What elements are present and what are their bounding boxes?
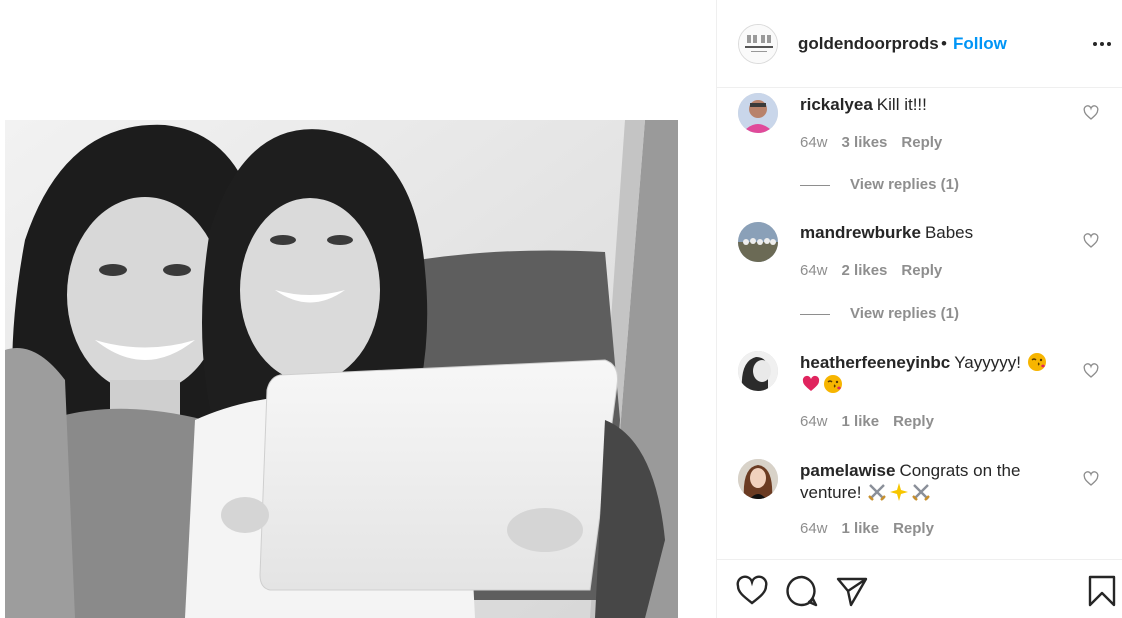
avatar-image <box>738 93 778 133</box>
comment-likes[interactable]: 1 like <box>842 520 880 537</box>
comment-item: heatherfeeneyinbc Yayyyyy! 64w 1 like Reply <box>717 347 1122 455</box>
comment-age: 64w <box>800 134 828 151</box>
comment-text: rickalyea Kill it!!! <box>800 94 1050 116</box>
comment-text: heatherfeeneyinbc Yayyyyy! <box>800 352 1050 396</box>
comments-list: rickalyea Kill it!!! 64w 3 likes Reply View… <box>717 89 1122 559</box>
comment-age: 64w <box>800 262 828 279</box>
comment-like-icon[interactable] <box>1083 363 1099 379</box>
author-avatar[interactable] <box>738 24 778 64</box>
comment-likes[interactable]: 3 likes <box>842 134 888 151</box>
post-photo-illustration <box>5 120 678 618</box>
commenter-avatar[interactable] <box>738 93 778 133</box>
comment-meta: 64w 1 like Reply <box>800 520 948 537</box>
comment-like-icon[interactable] <box>1083 105 1099 121</box>
view-replies-divider <box>800 313 830 315</box>
comment-like-icon[interactable] <box>1083 471 1099 487</box>
reply-button[interactable]: Reply <box>901 134 942 151</box>
post-media-area <box>0 0 716 618</box>
sparkles-emoji-icon <box>890 483 909 501</box>
reply-button[interactable]: Reply <box>901 262 942 279</box>
bookmark-icon[interactable] <box>1085 574 1119 608</box>
heart-emoji-icon <box>802 375 820 391</box>
comment-meta: 64w 1 like Reply <box>800 413 948 430</box>
comment-icon[interactable] <box>785 574 819 608</box>
comment-age: 64w <box>800 520 828 537</box>
crossed-swords-emoji-icon <box>868 484 887 501</box>
paper-plane-icon[interactable] <box>835 574 869 608</box>
comment-meta: 64w 2 likes Reply <box>800 262 956 279</box>
view-replies-button[interactable]: View replies (1) <box>800 305 959 322</box>
comment-item: rickalyea Kill it!!! 64w 3 likes Reply View… <box>717 89 1122 217</box>
kiss-face-emoji-icon <box>1027 353 1046 371</box>
post-header: goldendoorprods • Follow <box>717 0 1122 88</box>
follow-button[interactable]: Follow <box>953 34 1007 54</box>
view-replies-label: View replies (1) <box>850 176 959 193</box>
crossed-swords-emoji-icon <box>912 484 931 501</box>
comment-text: pamelawise Congrats on the venture! <box>800 460 1050 504</box>
commenter-avatar[interactable] <box>738 222 778 262</box>
comment-message: Kill it!!! <box>876 95 927 114</box>
avatar-image <box>738 459 778 499</box>
comment-item: mandrewburke Babes 64w 2 likes Reply View r… <box>717 217 1122 347</box>
reply-button[interactable]: Reply <box>893 413 934 430</box>
kiss-face-emoji-icon <box>824 375 842 393</box>
post-actions-bar <box>717 559 1122 618</box>
brand-logo-icon <box>739 25 777 63</box>
more-options-icon[interactable] <box>1093 32 1115 54</box>
avatar-image <box>738 351 778 391</box>
avatar-image <box>738 222 778 262</box>
commenter-avatar[interactable] <box>738 459 778 499</box>
comment-likes[interactable]: 2 likes <box>842 262 888 279</box>
comment-age: 64w <box>800 413 828 430</box>
comment-username[interactable]: mandrewburke <box>800 223 921 242</box>
post-side-panel: goldendoorprods • Follow rickalyea Kill i… <box>716 0 1122 618</box>
author-username[interactable]: goldendoorprods <box>798 34 939 54</box>
comment-likes[interactable]: 1 like <box>842 413 880 430</box>
comment-username[interactable]: heatherfeeneyinbc <box>800 353 950 372</box>
view-replies-button[interactable]: View replies (1) <box>800 176 959 193</box>
comment-message: Yayyyyy! <box>954 353 1021 372</box>
comment-item: pamelawise Congrats on the venture! 64w 1 … <box>717 455 1122 559</box>
comment-username[interactable]: rickalyea <box>800 95 873 114</box>
comment-like-icon[interactable] <box>1083 233 1099 249</box>
post-photo[interactable] <box>5 120 678 618</box>
heart-icon[interactable] <box>735 574 769 608</box>
view-replies-divider <box>800 184 830 186</box>
comment-username[interactable]: pamelawise <box>800 461 895 480</box>
comment-text: mandrewburke Babes <box>800 222 1050 244</box>
reply-button[interactable]: Reply <box>893 520 934 537</box>
commenter-avatar[interactable] <box>738 351 778 391</box>
view-replies-label: View replies (1) <box>850 305 959 322</box>
comment-meta: 64w 3 likes Reply <box>800 134 956 151</box>
header-separator: • <box>941 34 947 53</box>
comment-message: Babes <box>924 223 974 242</box>
